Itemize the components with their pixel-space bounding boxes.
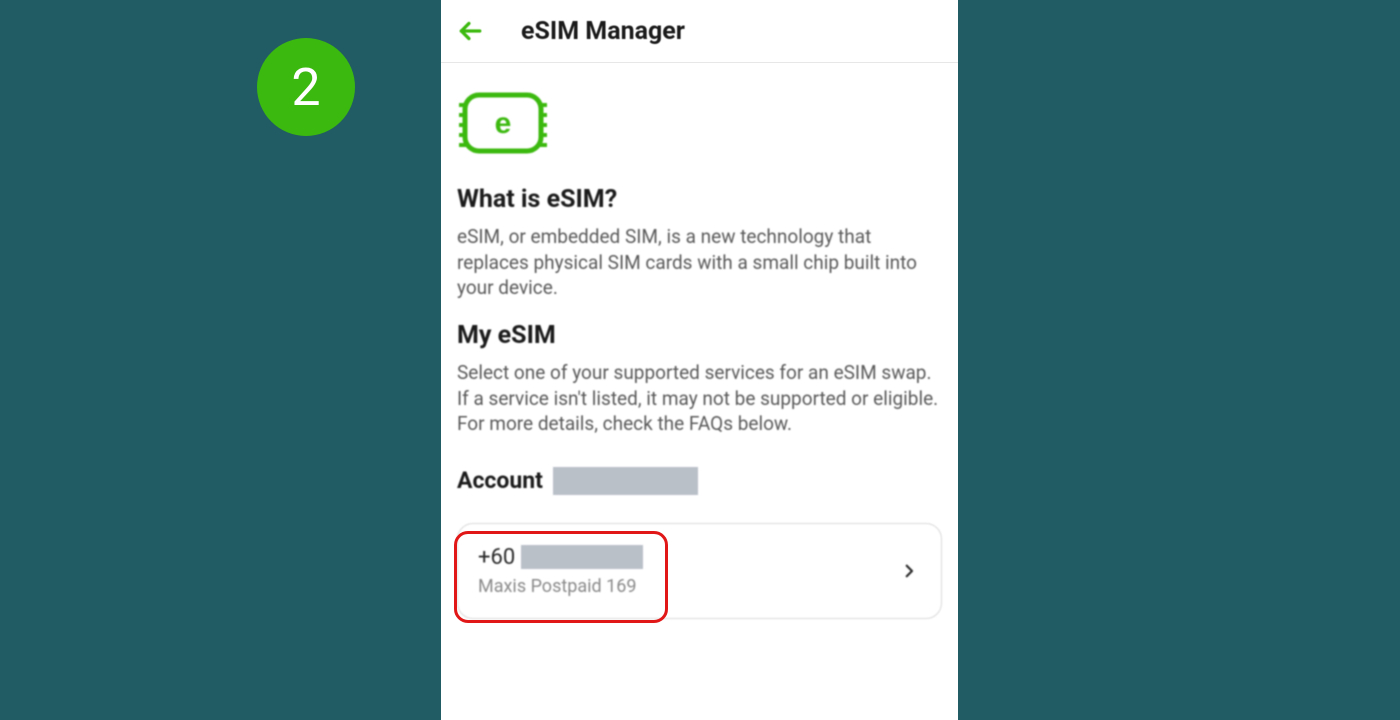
step-number: 2: [291, 57, 320, 118]
chevron-right-icon: [899, 561, 919, 581]
service-text: +60 Maxis Postpaid 169: [478, 545, 643, 597]
phone-screen: eSIM Manager e Wha: [441, 0, 958, 720]
service-phone-line: +60: [478, 545, 643, 570]
what-is-esim-heading: What is eSIM?: [457, 185, 942, 214]
account-label: Account: [457, 467, 543, 494]
my-esim-heading: My eSIM: [457, 321, 942, 350]
account-number-redacted: [553, 467, 698, 495]
service-plan-label: Maxis Postpaid 169: [478, 576, 643, 597]
phone-number-redacted: [521, 545, 643, 569]
page-title: eSIM Manager: [521, 17, 685, 46]
phone-prefix: +60: [478, 545, 515, 570]
service-card[interactable]: +60 Maxis Postpaid 169: [457, 523, 942, 619]
step-badge: 2: [257, 38, 355, 136]
my-esim-body: Select one of your supported services fo…: [457, 360, 942, 437]
what-is-esim-body: eSIM, or embedded SIM, is a new technolo…: [457, 224, 942, 301]
back-arrow-icon[interactable]: [457, 18, 483, 44]
account-row: Account: [457, 467, 942, 495]
esim-icon: e: [459, 91, 942, 159]
page-content: e What is eSIM? eSIM, or embedded SIM, i…: [441, 63, 958, 619]
app-bar: eSIM Manager: [441, 0, 958, 63]
esim-icon-letter: e: [495, 107, 512, 140]
